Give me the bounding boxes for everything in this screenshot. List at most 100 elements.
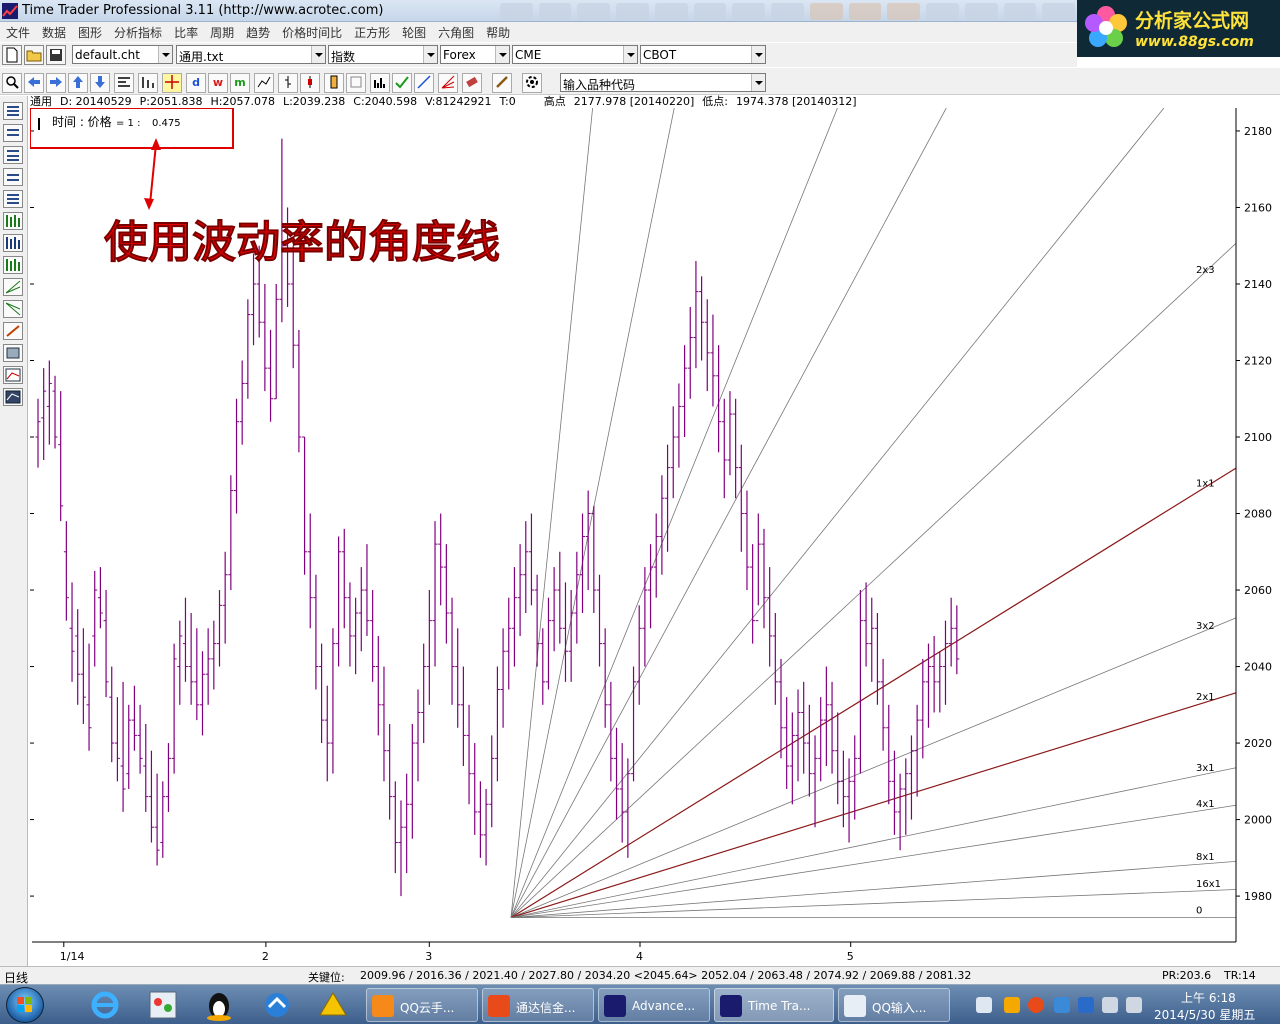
status-key-values: 2009.96 / 2016.36 / 2021.40 / 2027.80 / … — [360, 969, 972, 982]
advance-chart-icon — [604, 995, 626, 1017]
symbol-select[interactable]: 输入品种代码 — [560, 73, 766, 92]
task-qq-cloud[interactable]: QQ云手... — [366, 988, 478, 1022]
tool-bars-2[interactable] — [3, 234, 23, 252]
tool-box[interactable] — [3, 344, 23, 362]
tool-bars-1[interactable] — [3, 212, 23, 230]
settings-button[interactable] — [522, 73, 542, 93]
info-close: C:2040.598 — [353, 95, 418, 108]
scroll-up-button[interactable] — [68, 73, 88, 93]
menu-price-time-ratio[interactable]: 价格时间比 — [276, 24, 348, 41]
tool-pencil[interactable] — [3, 322, 23, 340]
qq-tray-icon[interactable] — [1004, 997, 1020, 1013]
draw-line-button[interactable] — [414, 73, 434, 93]
ie-pinned-button[interactable] — [82, 988, 128, 1022]
menu-ratio[interactable]: 比率 — [168, 24, 204, 41]
open-file-button[interactable] — [24, 45, 44, 65]
menu-file[interactable]: 文件 — [0, 24, 36, 41]
menu-indicators[interactable]: 分析指标 — [108, 24, 168, 41]
menu-hexagon[interactable]: 六角图 — [432, 24, 480, 41]
tool-fan-2[interactable] — [3, 300, 23, 318]
weekly-button[interactable]: w — [208, 73, 228, 93]
candle-chart-button[interactable] — [300, 73, 320, 93]
qq-pinned-button[interactable] — [196, 988, 242, 1022]
task-qq-input[interactable]: QQ输入... — [838, 988, 950, 1022]
tool-fan-1[interactable] — [3, 278, 23, 296]
task-time-trader[interactable]: Time Tra... — [714, 988, 834, 1022]
browser-pinned-button[interactable] — [254, 988, 300, 1022]
scroll-down-button[interactable] — [90, 73, 110, 93]
menu-graph[interactable]: 图形 — [72, 24, 108, 41]
task-advance[interactable]: Advance... — [598, 988, 710, 1022]
brush-button[interactable] — [492, 73, 512, 93]
save-icon — [50, 49, 62, 61]
drive-pinned-button[interactable] — [310, 988, 356, 1022]
fan-button[interactable] — [438, 73, 458, 93]
menu-wheel[interactable]: 轮图 — [396, 24, 432, 41]
line-chart-button[interactable] — [254, 73, 274, 93]
bars-icon — [6, 259, 20, 271]
data-file-select[interactable]: 通用.txt — [176, 45, 326, 64]
tool-bars-3[interactable] — [3, 256, 23, 274]
tool-chart-2[interactable] — [3, 388, 23, 406]
y-tick-label: 2160 — [1244, 201, 1272, 214]
shield-icon[interactable] — [1078, 997, 1094, 1013]
menu-trend[interactable]: 趋势 — [240, 24, 276, 41]
exchange2-select[interactable]: CBOT — [640, 45, 766, 64]
menu-help[interactable]: 帮助 — [480, 24, 516, 41]
browser-tray-icon[interactable] — [1028, 997, 1044, 1013]
tool-lines-3[interactable] — [3, 146, 23, 164]
start-button[interactable] — [6, 987, 44, 1023]
daily-button[interactable]: d — [186, 73, 206, 93]
expand-time-button[interactable] — [138, 73, 158, 93]
task-tongdaxin[interactable]: 通达信金... — [482, 988, 594, 1022]
delete-drawing-button[interactable] — [462, 73, 482, 93]
clock-time[interactable]: 上午 6:18 — [1181, 989, 1236, 1006]
volume-button[interactable] — [370, 73, 390, 93]
menu-data[interactable]: 数据 — [36, 24, 72, 41]
line-chart-icon — [257, 76, 271, 88]
tool-chart[interactable] — [3, 366, 23, 384]
extra-tool-button[interactable] — [346, 73, 366, 93]
new-file-button[interactable] — [2, 45, 22, 65]
menu-square[interactable]: 正方形 — [348, 24, 396, 41]
ime-icon[interactable] — [976, 997, 992, 1013]
chevron-down-icon — [495, 46, 509, 63]
info-volume: V:81242921 — [425, 95, 492, 108]
network-icon[interactable] — [1102, 997, 1118, 1013]
zoom-button[interactable] — [2, 73, 22, 93]
price-scale-button[interactable] — [324, 73, 344, 93]
info-low: L:2039.238 — [282, 95, 346, 108]
paint-icon — [149, 991, 177, 1019]
y-tick-label: 2040 — [1244, 661, 1272, 674]
brush-icon — [496, 76, 508, 88]
symbol-input: 输入品种代码 — [563, 78, 636, 92]
market-select[interactable]: Forex — [440, 45, 510, 64]
trend-up-button[interactable] — [392, 73, 412, 93]
box-icon — [6, 347, 20, 359]
tool-lines-4[interactable] — [3, 168, 23, 186]
tool-grid-1[interactable] — [3, 190, 23, 208]
monthly-button[interactable]: m — [230, 73, 250, 93]
scroll-left-button[interactable] — [24, 73, 44, 93]
clock-date[interactable]: 2014/5/30 星期五 — [1154, 1006, 1255, 1023]
windows-taskbar: QQ云手... 通达信金... Advance... Time Tra... Q… — [0, 984, 1280, 1024]
scroll-right-button[interactable] — [46, 73, 66, 93]
chart-file-select[interactable]: default.cht — [72, 45, 173, 64]
price-chart[interactable]: 1980 2000 2020 2040 2060 2080 2100 2120 2140 2160… — [30, 108, 1280, 964]
fan-line-label: 3x2 — [1196, 621, 1215, 632]
bar-chart-button[interactable] — [278, 73, 298, 93]
fan-line-label: 3x1 — [1196, 763, 1215, 774]
x-tick-label: 1/14 — [60, 950, 85, 963]
crosshair-button[interactable] — [162, 73, 182, 93]
menu-cycle[interactable]: 周期 — [204, 24, 240, 41]
index-type-select[interactable]: 指数 — [328, 45, 438, 64]
exchange1-select[interactable]: CME — [512, 45, 638, 64]
paint-pinned-button[interactable] — [140, 988, 186, 1022]
y-tick-label: 2180 — [1244, 125, 1272, 138]
tool-lines-2[interactable] — [3, 124, 23, 142]
compress-time-button[interactable] — [114, 73, 134, 93]
volume-icon[interactable] — [1126, 997, 1142, 1013]
tool-lines-1[interactable] — [3, 102, 23, 120]
save-file-button[interactable] — [46, 45, 66, 65]
network-tray-icon[interactable] — [1054, 997, 1070, 1013]
